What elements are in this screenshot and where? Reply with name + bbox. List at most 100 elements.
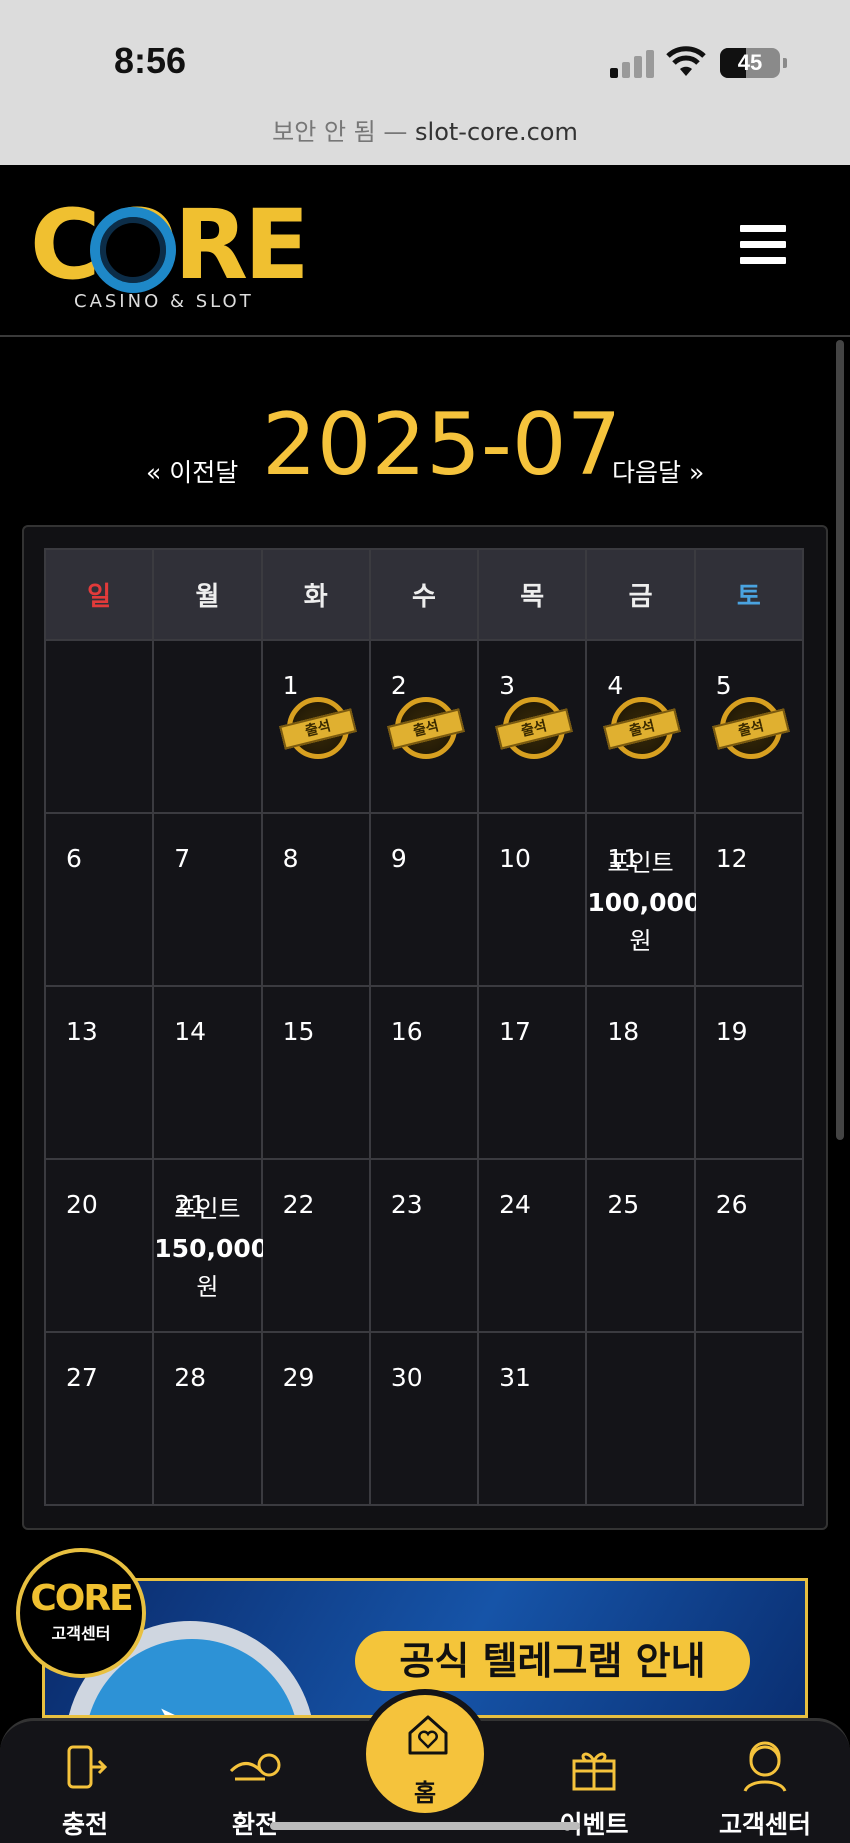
calendar-day-cell[interactable]: 6	[43, 812, 155, 987]
calendar-day-cell[interactable]: 14	[152, 985, 263, 1160]
day-number: 13	[66, 1017, 98, 1046]
day-number: 11	[607, 844, 640, 873]
nav-deposit-label: 충전	[61, 1810, 108, 1839]
calendar-day-cell[interactable]: 1 출석	[260, 639, 371, 814]
day-number: 31	[499, 1363, 531, 1392]
calendar-day-cell[interactable]: 26	[693, 1158, 805, 1333]
calendar-day-cell[interactable]: 13	[43, 985, 155, 1160]
calendar-day-cell[interactable]: 22	[260, 1158, 371, 1333]
nav-support-label: 고객센터	[718, 1810, 811, 1839]
calendar-day-cell[interactable]: 15	[260, 985, 371, 1160]
prev-month-link[interactable]: « 이전달	[146, 453, 238, 489]
calendar-week-row: 6 7 8 9 10 포인트 100,000 원 11 12	[43, 812, 805, 987]
day-number: 3	[499, 671, 516, 700]
withdraw-icon	[225, 1739, 285, 1795]
weekday-header: 목	[477, 548, 588, 641]
nav-deposit[interactable]: 충전	[25, 1739, 145, 1841]
url-domain: slot-core.com	[415, 118, 578, 146]
attendance-stamp-icon: 출석	[278, 697, 357, 759]
calendar-week-row: 13 14 15 16 17 18 19	[43, 985, 805, 1160]
day-number: 26	[715, 1190, 748, 1219]
calendar-day-cell[interactable]: 25	[585, 1158, 696, 1333]
gift-icon	[564, 1739, 624, 1795]
cellular-signal-icon	[610, 50, 654, 78]
point-amount: 100,000	[587, 888, 702, 917]
day-number: 25	[607, 1190, 640, 1219]
nav-home-label: 홈	[413, 1779, 437, 1807]
day-number: 28	[174, 1363, 207, 1392]
day-number: 16	[390, 1017, 423, 1046]
point-label: 포인트	[174, 1195, 241, 1223]
site-logo[interactable]: CORE CASINO & SLOT	[30, 195, 310, 312]
calendar-empty-cell	[585, 1331, 696, 1506]
day-number: 6	[66, 844, 82, 873]
calendar-day-cell[interactable]: 포인트 100,000 원 11	[585, 812, 702, 987]
attendance-stamp-icon: 출석	[387, 697, 465, 759]
weekday-header: 일	[43, 548, 155, 641]
calendar-day-cell[interactable]: 18	[585, 985, 696, 1160]
calendar-empty-cell	[693, 1331, 805, 1506]
weekday-header-row: 일 월 화 수 목 금 토	[43, 548, 805, 641]
day-number: 12	[715, 844, 748, 873]
calendar-day-cell[interactable]: 27	[43, 1331, 155, 1506]
calendar-day-cell[interactable]: 16	[368, 985, 480, 1160]
weekday-header: 수	[368, 548, 480, 641]
site-header: CORE CASINO & SLOT	[0, 165, 850, 337]
calendar-day-cell[interactable]: 31	[477, 1331, 588, 1506]
calendar-day-cell[interactable]: 24	[477, 1158, 588, 1333]
cs-badge-label: 고객센터	[51, 1624, 111, 1643]
calendar-week-row: 1 출석 2 출석 3 출석 4 출석 5 출석	[43, 639, 805, 814]
day-number: 18	[607, 1017, 640, 1046]
point-reward: 포인트 150,000 원	[154, 1190, 269, 1307]
calendar-day-cell[interactable]: 7	[152, 812, 263, 987]
day-number: 4	[607, 671, 624, 700]
calendar-day-cell[interactable]: 포인트 150,000 원 21	[152, 1158, 269, 1333]
hamburger-menu-icon[interactable]	[740, 225, 786, 265]
calendar-day-cell[interactable]: 10	[477, 812, 588, 987]
insecure-label: 보안 안 됨 —	[272, 118, 408, 146]
weekday-header: 토	[693, 548, 805, 641]
battery-percent: 45	[737, 50, 763, 75]
point-amount: 150,000	[154, 1234, 269, 1263]
point-unit: 원	[629, 927, 652, 955]
cs-badge-logo: CORE	[30, 1578, 133, 1619]
day-number: 1	[282, 671, 299, 700]
calendar-day-cell[interactable]: 23	[368, 1158, 480, 1333]
banner-title: 공식 텔레그램 안내	[355, 1631, 750, 1691]
calendar-day-cell[interactable]: 30	[368, 1331, 480, 1506]
nav-support[interactable]: 고객센터	[705, 1739, 825, 1841]
customer-service-badge[interactable]: CORE 고객센터	[16, 1548, 146, 1678]
calendar-empty-cell	[152, 639, 263, 814]
calendar-day-cell[interactable]: 5 출석	[693, 639, 805, 814]
calendar-day-cell[interactable]: 8	[260, 812, 371, 987]
home-indicator[interactable]	[270, 1822, 580, 1830]
calendar-day-cell[interactable]: 2 출석	[368, 639, 480, 814]
battery-icon: 45	[720, 48, 787, 78]
calendar-day-cell[interactable]: 9	[368, 812, 480, 987]
day-number: 10	[499, 844, 531, 873]
calendar-day-cell[interactable]: 19	[693, 985, 805, 1160]
calendar-day-cell[interactable]: 29	[260, 1331, 371, 1506]
day-number: 2	[390, 671, 407, 700]
point-unit: 원	[196, 1273, 219, 1301]
logo-ring-icon	[90, 207, 176, 293]
attendance-stamp-icon: 출석	[495, 697, 573, 759]
day-number: 5	[715, 671, 732, 700]
month-nav: « 이전달 2025-07 다음달 »	[0, 395, 850, 495]
address-bar[interactable]: 보안 안 됨 — slot-core.com	[0, 112, 850, 147]
day-number: 27	[66, 1363, 98, 1392]
calendar-day-cell[interactable]: 3 출석	[477, 639, 588, 814]
calendar-day-cell[interactable]: 12	[693, 812, 805, 987]
paper-plane-icon: ➤	[155, 1693, 202, 1715]
next-month-link[interactable]: 다음달 »	[612, 453, 704, 489]
logo-subtitle: CASINO & SLOT	[74, 291, 254, 312]
calendar-day-cell[interactable]: 17	[477, 985, 588, 1160]
calendar-day-cell[interactable]: 20	[43, 1158, 155, 1333]
calendar-day-cell[interactable]: 28	[152, 1331, 263, 1506]
day-number: 23	[390, 1190, 423, 1219]
calendar-empty-cell	[43, 639, 155, 814]
day-number: 29	[282, 1363, 315, 1392]
point-reward: 포인트 100,000 원	[587, 844, 702, 961]
calendar-day-cell[interactable]: 4 출석	[585, 639, 696, 814]
nav-home[interactable]: 홈	[360, 1689, 490, 1819]
